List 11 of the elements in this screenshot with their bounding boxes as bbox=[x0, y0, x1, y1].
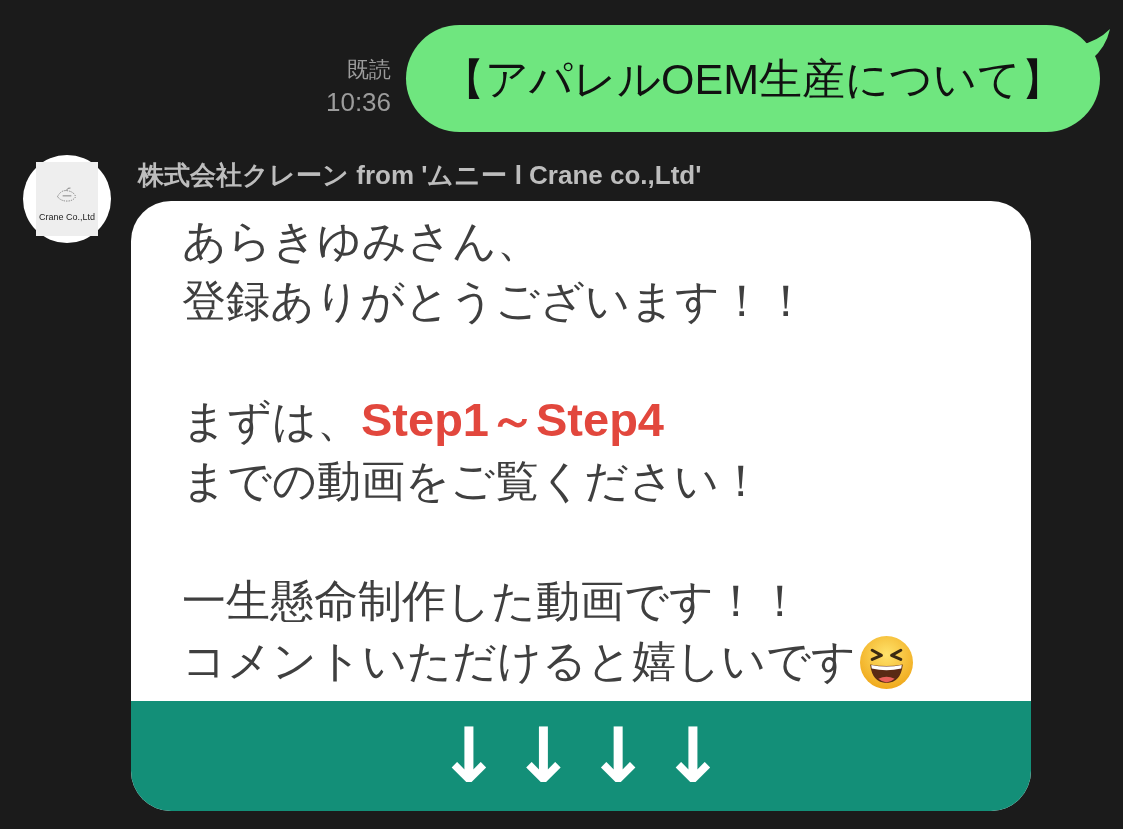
message-paragraph: 一生懸命制作した動画です！！ コメントいただけると嬉しいです bbox=[182, 575, 856, 687]
message-paragraph: あらきゆみさん、 登録ありがとうございます！！ bbox=[182, 215, 808, 327]
message-paragraph: まずは、Step1～Step4 までの動画をご覧ください！ bbox=[182, 392, 763, 507]
read-receipt: 既読 bbox=[347, 56, 392, 84]
arrow-link-button[interactable]: ↓↓↓↓ bbox=[131, 701, 1031, 811]
logo-avatar[interactable]: Crane Co.,Ltd bbox=[23, 155, 111, 243]
logo-text: Crane Co.,Ltd bbox=[39, 212, 95, 222]
sender-name: 株式会社クレーン from 'ムニー l Crane co.,Ltd' bbox=[138, 159, 702, 191]
message-time: 10:36 bbox=[325, 86, 392, 119]
laughing-face-icon bbox=[860, 636, 913, 689]
message-text: 【アパレルOEM生産について】 bbox=[442, 53, 1064, 105]
